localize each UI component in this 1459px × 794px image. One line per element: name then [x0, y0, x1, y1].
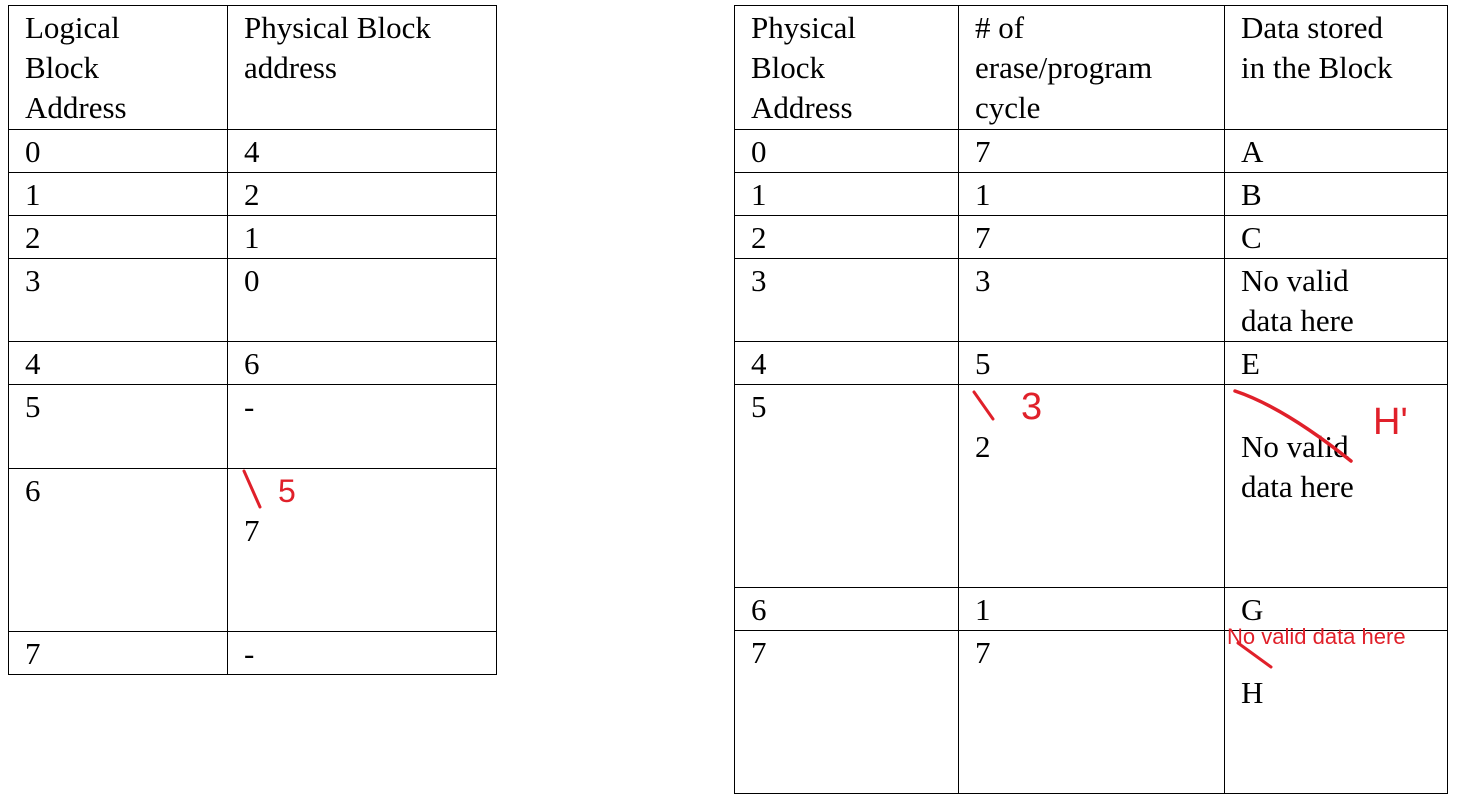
- cell: 6: [734, 587, 959, 631]
- cell: No valid data here: [1224, 258, 1448, 342]
- cell: 5: [734, 384, 959, 588]
- cell-with-correction: H No valid data here: [1224, 625, 1448, 794]
- table-row: 3 0: [8, 258, 497, 342]
- cell: 3: [958, 258, 1225, 342]
- cell: 4: [8, 341, 228, 385]
- handwritten-strike-icon: [972, 390, 995, 421]
- table-row: 6 7 5: [8, 468, 497, 632]
- table-row: 1 2: [8, 172, 497, 216]
- cell: 7: [958, 630, 1225, 794]
- table-row: 2 1: [8, 215, 497, 259]
- cell: B: [1224, 172, 1448, 216]
- header-physical-block-address: Physical Block address: [227, 5, 497, 130]
- header-logical-block-address: Logical Block Address: [8, 5, 228, 130]
- cell: 7: [958, 215, 1225, 259]
- table-row: 5 2 3 No valid data here H': [734, 384, 1448, 588]
- table-row: 3 3 No valid data here: [734, 258, 1448, 342]
- cell: 2: [734, 215, 959, 259]
- cell: E: [1224, 341, 1448, 385]
- table-header-row: Physical Block Address # of erase/progra…: [734, 5, 1448, 130]
- cell: 7: [734, 630, 959, 794]
- cell-with-correction: 2 3: [958, 384, 1225, 588]
- cell: 6: [227, 341, 497, 385]
- original-value: H: [1241, 675, 1264, 710]
- cell: 2: [8, 215, 228, 259]
- cell: C: [1224, 215, 1448, 259]
- physical-block-table: Physical Block Address # of erase/progra…: [734, 5, 1448, 794]
- handwritten-strike-icon: [242, 469, 262, 509]
- cell: 0: [734, 129, 959, 173]
- cell: 1: [734, 172, 959, 216]
- cell: -: [227, 631, 497, 675]
- table-row: 5 -: [8, 384, 497, 469]
- cell: 5: [958, 341, 1225, 385]
- cell: 7: [958, 129, 1225, 173]
- header-physical-block-address: Physical Block Address: [734, 5, 959, 130]
- cell: 3: [734, 258, 959, 342]
- original-value: No valid data here: [1241, 429, 1354, 504]
- cell: 4: [734, 341, 959, 385]
- cell: 2: [227, 172, 497, 216]
- header-data-stored: Data stored in the Block: [1224, 5, 1448, 130]
- table-row: 0 4: [8, 129, 497, 173]
- handwritten-correction: H': [1373, 401, 1408, 443]
- table-row: 0 7 A: [734, 129, 1448, 173]
- original-value: 2: [975, 429, 991, 464]
- cell: 0: [8, 129, 228, 173]
- cell: 7: [8, 631, 228, 675]
- header-erase-program-cycles: # of erase/program cycle: [958, 5, 1225, 130]
- cell: 1: [958, 172, 1225, 216]
- logical-to-physical-table: Logical Block Address Physical Block add…: [8, 5, 497, 675]
- cell: 5: [8, 384, 228, 469]
- table-header-row: Logical Block Address Physical Block add…: [8, 5, 497, 130]
- cell: -: [227, 384, 497, 469]
- cell-with-correction: 7 5: [227, 468, 497, 632]
- handwritten-correction: 5: [278, 473, 296, 509]
- table-row: 7 -: [8, 631, 497, 675]
- cell: 0: [227, 258, 497, 342]
- cell: 4: [227, 129, 497, 173]
- cell: 1: [958, 587, 1225, 631]
- cell: 1: [8, 172, 228, 216]
- table-row: 2 7 C: [734, 215, 1448, 259]
- table-row: 4 5 E: [734, 341, 1448, 385]
- cell: A: [1224, 129, 1448, 173]
- handwritten-correction: No valid data here: [1227, 624, 1406, 649]
- cell: 6: [8, 468, 228, 632]
- table-row: 4 6: [8, 341, 497, 385]
- cell-with-correction: No valid data here H': [1224, 384, 1448, 588]
- cell: 1: [227, 215, 497, 259]
- original-value: 7: [244, 513, 260, 548]
- handwritten-correction: 3: [1021, 386, 1043, 428]
- table-row: 1 1 B: [734, 172, 1448, 216]
- table-row: 7 7 H No valid data here: [734, 625, 1448, 794]
- cell: 3: [8, 258, 228, 342]
